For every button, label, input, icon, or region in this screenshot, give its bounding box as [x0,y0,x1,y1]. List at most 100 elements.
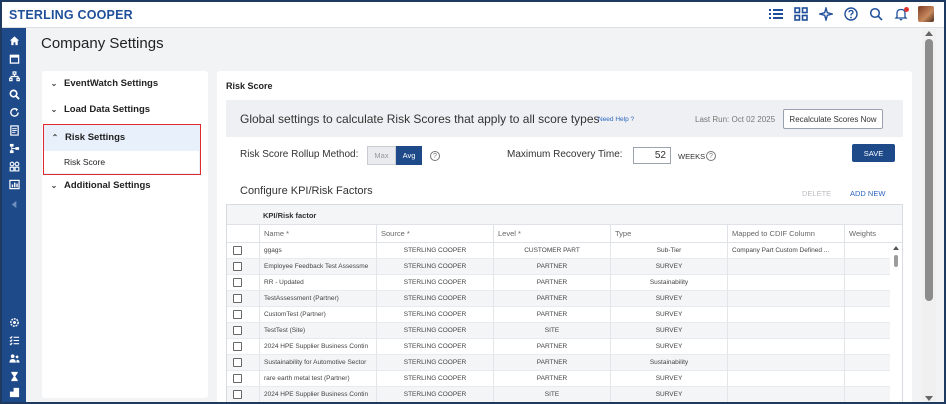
brand-logo[interactable]: STERLING COOPER [9,8,133,22]
cell-source: STERLING COOPER [376,291,493,307]
recovery-label: Maximum Recovery Time: [507,149,623,160]
help-icon[interactable]: ? [430,151,440,161]
report-icon[interactable] [7,178,21,191]
table-row[interactable]: Sustainability for Automotive Sector STER… [227,355,892,371]
row-checkbox[interactable] [233,374,242,383]
tree-item-risk-settings[interactable]: ⌃ Risk Settings [43,125,209,149]
search-icon[interactable] [7,88,21,101]
row-checkbox[interactable] [233,310,242,319]
help-icon[interactable]: ? [706,151,716,161]
cell-name: ggags [259,243,376,259]
global-settings-banner: Global settings to calculate Risk Scores… [226,100,903,137]
search-icon[interactable] [868,7,883,22]
tree-item-eventwatch[interactable]: ⌄ EventWatch Settings [42,71,208,95]
add-new-button[interactable]: ADD NEW [850,189,885,198]
list-icon[interactable] [768,7,783,22]
app-frame: STERLING COOPER Company Settings ⌄ Event… [0,0,946,404]
scroll-up-icon[interactable] [925,31,933,36]
recovery-time-input[interactable] [633,147,671,164]
org-icon[interactable] [7,70,21,83]
cell-name: CustomTest (Partner) [259,307,376,323]
row-checkbox[interactable] [233,294,242,303]
calendar-icon[interactable] [7,52,21,65]
table-row[interactable]: TestTest (Site) STERLING COOPER SITE SURVEY [227,323,892,339]
table-row[interactable]: TestAssessment (Partner) STERLING COOPER P… [227,291,892,307]
global-settings-text: Global settings to calculate Risk Scores… [240,112,600,126]
bell-icon[interactable] [893,6,909,22]
recalculate-button[interactable]: Recalculate Scores Now [783,109,883,129]
scroll-thumb[interactable] [894,255,898,267]
risk-settings-group: ⌃ Risk Settings Risk Score [43,124,201,175]
column-header-level[interactable]: Level * [493,225,610,243]
collapse-icon[interactable] [7,198,21,211]
cell-level: SITE [493,387,610,402]
chevron-down-icon: ⌄ [50,180,58,190]
cell-level: CUSTOMER PART [493,243,610,259]
notification-dot [904,6,909,12]
cell-mapped [727,387,844,402]
cell-type: SURVEY [610,371,727,387]
hourglass-icon[interactable] [7,370,21,383]
row-checkbox[interactable] [233,342,242,351]
column-header-mapped[interactable]: Mapped to CDIF Column [727,225,844,243]
table-group-header: KPI/Risk factor [227,205,902,225]
column-header-weights[interactable]: Weights [844,225,902,243]
cell-mapped [727,339,844,355]
tree-item-additional[interactable]: ⌄ Additional Settings [42,173,208,197]
cell-level: PARTNER [493,259,610,275]
sparkle-icon[interactable] [818,7,833,22]
column-header-name[interactable]: Name * [259,225,376,243]
row-checkbox[interactable] [233,390,242,399]
cell-type: SURVEY [610,323,727,339]
cell-mapped [727,307,844,323]
cell-name: rare earth metal test (Partner) [259,371,376,387]
table-row[interactable]: rare earth metal test (Partner) STERLING … [227,371,892,387]
row-checkbox[interactable] [233,246,242,255]
cell-name: TestTest (Site) [259,323,376,339]
table-row[interactable]: ggags STERLING COOPER CUSTOMER PART Sub-Tie… [227,243,892,259]
avatar[interactable] [918,6,934,22]
grid-icon[interactable] [793,7,808,22]
users-icon[interactable] [7,352,21,365]
column-header-source[interactable]: Source * [376,225,493,243]
card-title: Risk Score [226,81,273,91]
scroll-down-icon[interactable] [925,396,933,401]
table-row[interactable]: Employee Feedback Test Assessme STERLING … [227,259,892,275]
document-icon[interactable] [7,124,21,137]
building-icon[interactable] [7,386,21,399]
row-checkbox[interactable] [233,262,242,271]
tree-item-label: Load Data Settings [64,103,151,115]
scroll-thumb[interactable] [925,39,933,301]
hierarchy-icon[interactable] [7,142,21,155]
tree-subitem-risk-score[interactable]: Risk Score [44,151,199,173]
table-row[interactable]: CustomTest (Partner) STERLING COOPER PARTN… [227,307,892,323]
modules-icon[interactable] [7,160,21,173]
table-row[interactable]: RR - Updated STERLING COOPER PARTNER Sustai… [227,275,892,291]
home-icon[interactable] [7,34,21,47]
cell-type: SURVEY [610,259,727,275]
need-help-link[interactable]: Need Help ? [598,116,634,123]
save-button[interactable]: SAVE [852,144,895,162]
cell-source: STERLING COOPER [376,371,493,387]
rollup-max-button[interactable]: Max [367,146,396,165]
row-checkbox[interactable] [233,278,242,287]
settings-icon[interactable] [7,316,21,329]
cell-mapped [727,291,844,307]
table-row[interactable]: 2024 HPE Supplier Business Contin STERLIN… [227,387,892,402]
row-checkbox[interactable] [233,326,242,335]
tree-item-label: Risk Settings [65,131,126,143]
config-title: Configure KPI/Risk Factors [240,185,373,197]
chevron-up-icon: ⌃ [51,132,59,142]
rollup-avg-button[interactable]: Avg [396,146,422,165]
column-header-type[interactable]: Type [610,225,727,243]
row-checkbox[interactable] [233,358,242,367]
help-icon[interactable] [843,7,858,22]
tree-item-load-data[interactable]: ⌄ Load Data Settings [42,97,208,121]
delete-button[interactable]: DELETE [802,189,831,198]
table-scrollbar[interactable] [890,243,902,402]
table-row[interactable]: 2024 HPE Supplier Business Contin STERLIN… [227,339,892,355]
scroll-up-icon[interactable] [893,246,899,250]
page-scrollbar[interactable] [922,29,936,402]
refresh-icon[interactable] [7,106,21,119]
checklist-icon[interactable] [7,334,21,347]
